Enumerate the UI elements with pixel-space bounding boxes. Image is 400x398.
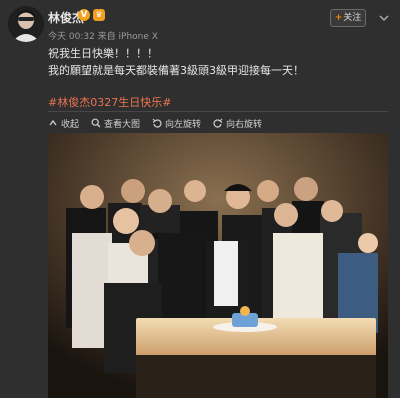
vip-crown-icon: ♛ [93,9,105,21]
post-photo[interactable] [48,133,388,398]
rotate-left-label: 向左旋转 [165,119,202,130]
post-text-line1: 祝我生日快樂！！！！ [48,47,158,60]
rotate-right-label: 向右旋转 [226,119,263,130]
view-large-label: 查看大图 [104,119,141,130]
image-toolbar: 收起 查看大图 向左旋转 向右旋转 [48,116,262,130]
post-text-line2: 我的願望就是每天都裝備著3級頭3級甲迎接每一天！ [48,64,304,77]
collapse-icon [49,119,57,126]
view-large-button[interactable]: 查看大图 [91,116,140,130]
rotate-left-icon [152,118,162,128]
collapse-button[interactable]: 收起 [48,116,79,130]
group-photo-image [48,133,388,398]
post-meta: 今天 00:32 来自 iPhone X [48,32,158,42]
zoom-icon [91,118,101,128]
follow-label: 关注 [343,13,362,23]
verified-badge-icon: V [78,9,90,21]
plus-icon: + [334,13,343,23]
rotate-left-button[interactable]: 向左旋转 [152,116,201,130]
avatar[interactable] [8,6,44,42]
rotate-right-icon [213,118,223,128]
chevron-down-icon[interactable] [378,9,390,22]
collapse-label: 收起 [61,119,80,130]
rotate-right-button[interactable]: 向右旋转 [213,116,262,130]
divider [48,111,388,112]
hashtag-link[interactable]: #林俊杰0327生日快乐# [48,94,171,110]
weibo-post-card: 林俊杰 V ♛ 今天 00:32 来自 iPhone X +关注 祝我生日快樂！… [0,0,400,398]
follow-button[interactable]: +关注 [330,9,366,27]
